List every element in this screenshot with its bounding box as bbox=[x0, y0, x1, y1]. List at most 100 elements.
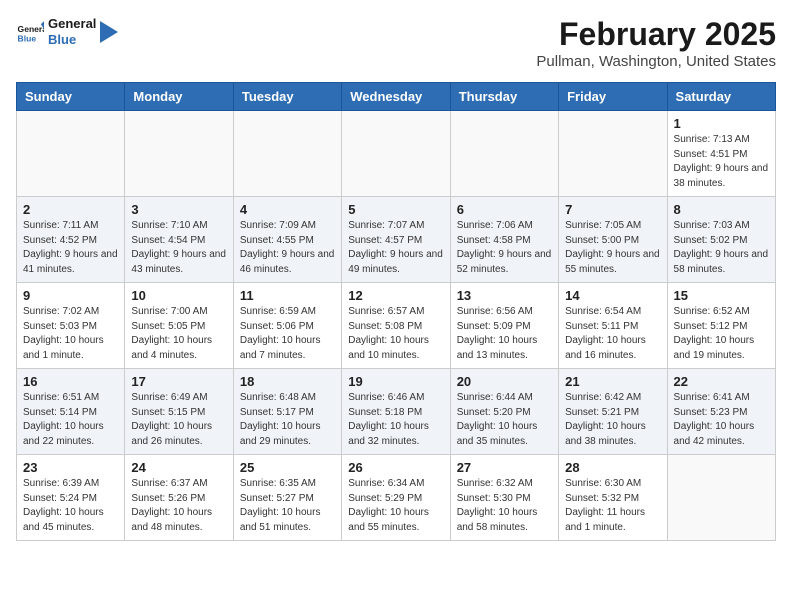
calendar-day-cell: 22 Sunrise: 6:41 AM Sunset: 5:23 PM Dayli… bbox=[667, 369, 775, 455]
day-info: Sunrise: 6:41 AM Sunset: 5:23 PM Dayligh… bbox=[674, 391, 769, 449]
day-number: 14 bbox=[565, 288, 660, 303]
day-number: 20 bbox=[457, 374, 552, 389]
day-info: Sunrise: 6:59 AM Sunset: 5:06 PM Dayligh… bbox=[240, 305, 335, 363]
day-info: Sunrise: 7:09 AM Sunset: 4:55 PM Dayligh… bbox=[240, 219, 335, 277]
calendar-week-row: 1 Sunrise: 7:13 AM Sunset: 4:51 PM Daylig… bbox=[17, 111, 776, 197]
day-info: Sunrise: 7:05 AM Sunset: 5:00 PM Dayligh… bbox=[565, 219, 660, 277]
weekday-header-friday: Friday bbox=[559, 83, 667, 111]
day-number: 6 bbox=[457, 202, 552, 217]
month-year-title: February 2025 bbox=[536, 16, 776, 53]
weekday-header-wednesday: Wednesday bbox=[342, 83, 450, 111]
day-number: 9 bbox=[23, 288, 118, 303]
calendar-day-cell: 12 Sunrise: 6:57 AM Sunset: 5:08 PM Dayli… bbox=[342, 283, 450, 369]
calendar-day-cell bbox=[559, 111, 667, 197]
logo: General Blue General Blue bbox=[16, 16, 118, 47]
calendar-day-cell: 4 Sunrise: 7:09 AM Sunset: 4:55 PM Daylig… bbox=[233, 197, 341, 283]
calendar-day-cell bbox=[233, 111, 341, 197]
calendar-title-area: February 2025 Pullman, Washington, Unite… bbox=[536, 16, 776, 70]
calendar-day-cell: 26 Sunrise: 6:34 AM Sunset: 5:29 PM Dayli… bbox=[342, 455, 450, 541]
day-number: 5 bbox=[348, 202, 443, 217]
calendar-day-cell: 18 Sunrise: 6:48 AM Sunset: 5:17 PM Dayli… bbox=[233, 369, 341, 455]
weekday-header-monday: Monday bbox=[125, 83, 233, 111]
calendar-day-cell: 17 Sunrise: 6:49 AM Sunset: 5:15 PM Dayli… bbox=[125, 369, 233, 455]
weekday-header-saturday: Saturday bbox=[667, 83, 775, 111]
weekday-header-tuesday: Tuesday bbox=[233, 83, 341, 111]
svg-text:General: General bbox=[18, 24, 44, 34]
calendar-day-cell: 24 Sunrise: 6:37 AM Sunset: 5:26 PM Dayli… bbox=[125, 455, 233, 541]
calendar-week-row: 2Sunrise: 7:11 AM Sunset: 4:52 PM Daylig… bbox=[17, 197, 776, 283]
calendar-day-cell: 5 Sunrise: 7:07 AM Sunset: 4:57 PM Daylig… bbox=[342, 197, 450, 283]
calendar-day-cell: 19Sunrise: 6:46 AM Sunset: 5:18 PM Dayli… bbox=[342, 369, 450, 455]
day-number: 23 bbox=[23, 460, 118, 475]
day-number: 12 bbox=[348, 288, 443, 303]
day-info: Sunrise: 6:54 AM Sunset: 5:11 PM Dayligh… bbox=[565, 305, 660, 363]
calendar-day-cell: 28 Sunrise: 6:30 AM Sunset: 5:32 PM Dayli… bbox=[559, 455, 667, 541]
calendar-day-cell: 14 Sunrise: 6:54 AM Sunset: 5:11 PM Dayli… bbox=[559, 283, 667, 369]
day-info: Sunrise: 6:34 AM Sunset: 5:29 PM Dayligh… bbox=[348, 477, 443, 535]
logo-blue: Blue bbox=[48, 32, 96, 48]
day-number: 18 bbox=[240, 374, 335, 389]
calendar-week-row: 9 Sunrise: 7:02 AM Sunset: 5:03 PM Daylig… bbox=[17, 283, 776, 369]
calendar-day-cell: 9 Sunrise: 7:02 AM Sunset: 5:03 PM Daylig… bbox=[17, 283, 125, 369]
day-number: 8 bbox=[674, 202, 769, 217]
calendar-day-cell: 8Sunrise: 7:03 AM Sunset: 5:02 PM Daylig… bbox=[667, 197, 775, 283]
calendar-table: SundayMondayTuesdayWednesdayThursdayFrid… bbox=[16, 82, 776, 541]
calendar-day-cell bbox=[125, 111, 233, 197]
day-number: 26 bbox=[348, 460, 443, 475]
day-info: Sunrise: 6:49 AM Sunset: 5:15 PM Dayligh… bbox=[131, 391, 226, 449]
calendar-day-cell bbox=[17, 111, 125, 197]
day-number: 22 bbox=[674, 374, 769, 389]
calendar-week-row: 23Sunrise: 6:39 AM Sunset: 5:24 PM Dayli… bbox=[17, 455, 776, 541]
calendar-day-cell: 15Sunrise: 6:52 AM Sunset: 5:12 PM Dayli… bbox=[667, 283, 775, 369]
logo-arrow-icon bbox=[100, 21, 118, 43]
weekday-header-sunday: Sunday bbox=[17, 83, 125, 111]
page-header: General Blue General Blue February 2025 … bbox=[16, 16, 776, 70]
day-info: Sunrise: 6:56 AM Sunset: 5:09 PM Dayligh… bbox=[457, 305, 552, 363]
calendar-day-cell bbox=[342, 111, 450, 197]
location-subtitle: Pullman, Washington, United States bbox=[536, 53, 776, 70]
day-info: Sunrise: 6:30 AM Sunset: 5:32 PM Dayligh… bbox=[565, 477, 660, 535]
calendar-day-cell: 3 Sunrise: 7:10 AM Sunset: 4:54 PM Daylig… bbox=[125, 197, 233, 283]
day-number: 25 bbox=[240, 460, 335, 475]
day-number: 1 bbox=[674, 116, 769, 131]
calendar-day-cell: 6Sunrise: 7:06 AM Sunset: 4:58 PM Daylig… bbox=[450, 197, 558, 283]
day-number: 10 bbox=[131, 288, 226, 303]
day-number: 21 bbox=[565, 374, 660, 389]
day-info: Sunrise: 7:00 AM Sunset: 5:05 PM Dayligh… bbox=[131, 305, 226, 363]
day-info: Sunrise: 6:32 AM Sunset: 5:30 PM Dayligh… bbox=[457, 477, 552, 535]
day-number: 3 bbox=[131, 202, 226, 217]
day-number: 13 bbox=[457, 288, 552, 303]
calendar-day-cell: 23Sunrise: 6:39 AM Sunset: 5:24 PM Dayli… bbox=[17, 455, 125, 541]
calendar-day-cell bbox=[667, 455, 775, 541]
calendar-day-cell: 21 Sunrise: 6:42 AM Sunset: 5:21 PM Dayli… bbox=[559, 369, 667, 455]
day-number: 7 bbox=[565, 202, 660, 217]
calendar-day-cell: 25 Sunrise: 6:35 AM Sunset: 5:27 PM Dayli… bbox=[233, 455, 341, 541]
day-number: 28 bbox=[565, 460, 660, 475]
day-info: Sunrise: 7:02 AM Sunset: 5:03 PM Dayligh… bbox=[23, 305, 118, 363]
day-info: Sunrise: 6:48 AM Sunset: 5:17 PM Dayligh… bbox=[240, 391, 335, 449]
day-number: 24 bbox=[131, 460, 226, 475]
day-info: Sunrise: 6:52 AM Sunset: 5:12 PM Dayligh… bbox=[674, 305, 769, 363]
day-info: Sunrise: 7:13 AM Sunset: 4:51 PM Dayligh… bbox=[674, 133, 769, 191]
calendar-day-cell: 11Sunrise: 6:59 AM Sunset: 5:06 PM Dayli… bbox=[233, 283, 341, 369]
day-number: 2 bbox=[23, 202, 118, 217]
calendar-day-cell bbox=[450, 111, 558, 197]
day-number: 27 bbox=[457, 460, 552, 475]
day-info: Sunrise: 6:42 AM Sunset: 5:21 PM Dayligh… bbox=[565, 391, 660, 449]
day-info: Sunrise: 7:10 AM Sunset: 4:54 PM Dayligh… bbox=[131, 219, 226, 277]
calendar-day-cell: 16Sunrise: 6:51 AM Sunset: 5:14 PM Dayli… bbox=[17, 369, 125, 455]
day-info: Sunrise: 6:37 AM Sunset: 5:26 PM Dayligh… bbox=[131, 477, 226, 535]
day-number: 19 bbox=[348, 374, 443, 389]
weekday-header-thursday: Thursday bbox=[450, 83, 558, 111]
day-info: Sunrise: 6:44 AM Sunset: 5:20 PM Dayligh… bbox=[457, 391, 552, 449]
weekday-header-row: SundayMondayTuesdayWednesdayThursdayFrid… bbox=[17, 83, 776, 111]
calendar-day-cell: 20 Sunrise: 6:44 AM Sunset: 5:20 PM Dayli… bbox=[450, 369, 558, 455]
calendar-day-cell: 7 Sunrise: 7:05 AM Sunset: 5:00 PM Daylig… bbox=[559, 197, 667, 283]
day-number: 17 bbox=[131, 374, 226, 389]
day-info: Sunrise: 6:57 AM Sunset: 5:08 PM Dayligh… bbox=[348, 305, 443, 363]
day-info: Sunrise: 6:35 AM Sunset: 5:27 PM Dayligh… bbox=[240, 477, 335, 535]
day-info: Sunrise: 7:07 AM Sunset: 4:57 PM Dayligh… bbox=[348, 219, 443, 277]
day-number: 4 bbox=[240, 202, 335, 217]
logo-general: General bbox=[48, 16, 96, 32]
day-info: Sunrise: 6:51 AM Sunset: 5:14 PM Dayligh… bbox=[23, 391, 118, 449]
